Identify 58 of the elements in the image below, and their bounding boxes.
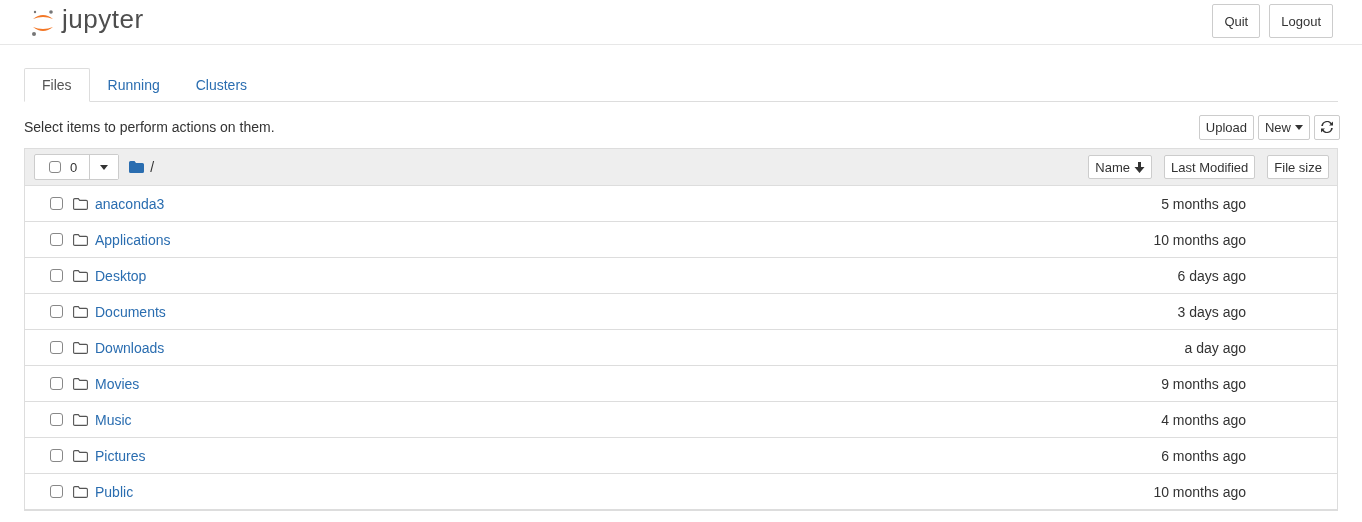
modified-time: a day ago [1184,339,1246,356]
tab[interactable]: Files [24,68,90,102]
instruction-text: Select items to perform actions on them. [24,119,275,135]
folder-icon [73,341,88,354]
caret-icon [1295,124,1303,130]
folder-icon [73,377,88,390]
header-button[interactable]: Quit [1212,4,1261,38]
row-checkbox[interactable] [50,269,63,282]
row-checkbox[interactable] [50,485,63,498]
arrow-down-icon [1134,161,1145,173]
jupyter-logo-icon [30,8,56,38]
sort-button[interactable]: File size [1267,155,1329,179]
caret-icon [100,164,109,170]
sort-button[interactable]: Last Modified [1164,155,1256,179]
folder-icon [73,233,88,246]
folder-icon [129,161,145,173]
modified-time: 10 months ago [1153,483,1246,500]
selected-count: 0 [70,159,78,175]
new-button[interactable]: New [1258,114,1310,140]
folder-link[interactable]: Applications [95,231,171,248]
sort-button[interactable]: Name [1088,155,1152,179]
folder-icon [73,485,88,498]
folder-link[interactable]: Documents [95,303,166,320]
modified-time: 3 days ago [1177,303,1246,320]
folder-icon [73,197,88,210]
modified-time: 9 months ago [1161,375,1246,392]
folder-icon [73,449,88,462]
refresh-icon [1321,121,1333,133]
modified-time: 6 days ago [1177,267,1246,284]
row-checkbox[interactable] [50,377,63,390]
select-all-checkbox[interactable] [49,161,61,173]
logo-text: jupyter [62,3,144,35]
folder-link[interactable]: anaconda3 [95,195,165,212]
breadcrumb-path[interactable]: / [150,159,155,175]
row-checkbox[interactable] [50,341,63,354]
tab[interactable]: Clusters [177,68,266,102]
modified-time: 6 months ago [1161,447,1246,464]
row-checkbox[interactable] [50,413,63,426]
folder-icon [73,305,88,318]
folder-link[interactable]: Desktop [95,267,147,284]
row-checkbox[interactable] [50,233,63,246]
row-checkbox[interactable] [50,305,63,318]
header-button[interactable]: Logout [1269,4,1333,38]
folder-icon [73,269,88,282]
refresh-button[interactable] [1314,114,1340,140]
folder-link[interactable]: Movies [95,375,140,392]
row-checkbox[interactable] [50,197,63,210]
folder-link[interactable]: Pictures [95,447,146,464]
folder-icon [73,413,88,426]
tab[interactable]: Running [89,68,178,102]
folder-link[interactable]: Public [95,483,134,500]
upload-button[interactable]: Upload [1198,114,1254,140]
modified-time: 4 months ago [1161,411,1246,428]
modified-time: 10 months ago [1153,231,1246,248]
modified-time: 5 months ago [1161,195,1246,212]
folder-link[interactable]: Downloads [95,339,165,356]
row-checkbox[interactable] [50,449,63,462]
folder-link[interactable]: Music [95,411,132,428]
